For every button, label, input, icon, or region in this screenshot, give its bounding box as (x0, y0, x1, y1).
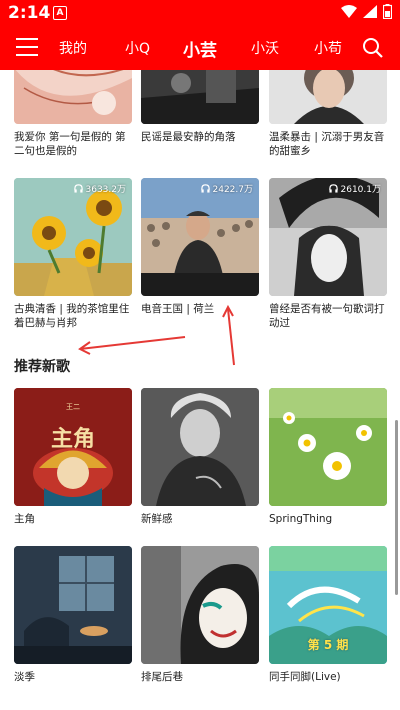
song-card[interactable]: 主角 王二 主角 (14, 388, 132, 526)
song-cover (269, 388, 387, 506)
song-card[interactable]: SpringThing (269, 388, 387, 526)
song-caption: 同手同脚(Live) (269, 671, 341, 683)
playlist-caption: 我爱你 第一句是假的 第二句也是假的 (14, 131, 126, 157)
song-cover: 第 5 期 (269, 546, 387, 664)
playlist-cover (269, 70, 387, 124)
signal-icon (363, 5, 377, 18)
playlist-card[interactable]: 民谣是最安静的角落 (141, 70, 259, 144)
playlist-card[interactable]: 温柔暴击 | 沉溺于男友音的甜蜜乡 (269, 70, 387, 158)
song-caption: 淡季 (14, 671, 35, 683)
battery-icon (383, 4, 392, 19)
play-count: 2422.7万 (200, 182, 254, 195)
top-nav-bar: 我的 小Q 小芸 小沃 小苟 (0, 26, 400, 70)
song-caption: 主角 (14, 513, 35, 525)
playlist-caption: 古典清香 | 我的茶馆里住着巴赫与肖邦 (14, 303, 130, 329)
playlist-card[interactable]: 3633.2万 古典清香 | 我的茶馆里住着巴赫与肖邦 (14, 178, 132, 330)
playlist-cover: 3633.2万 (14, 178, 132, 296)
play-count: 3633.2万 (73, 182, 127, 195)
playlist-cover (141, 70, 259, 124)
tab-xiaoyun[interactable]: 小芸 (183, 36, 217, 61)
playlist-caption: 电音王国 | 荷兰 (141, 303, 215, 315)
playlist-cover (14, 70, 132, 124)
playlist-cover: 2610.1万 (269, 178, 387, 296)
playlist-caption: 民谣是最安静的角落 (141, 131, 236, 143)
cover-title: 主角 (50, 426, 95, 452)
play-count-value: 2610.1万 (340, 185, 382, 195)
song-cover: 主角 王二 (14, 388, 132, 506)
song-caption: SpringThing (269, 513, 333, 525)
cover-badge: 第 5 期 (307, 638, 349, 652)
status-bar: 2:14 A (0, 0, 400, 26)
headphone-icon (73, 184, 83, 193)
tab-xiaogou[interactable]: 小苟 (314, 38, 342, 58)
notification-icon: A (53, 6, 67, 20)
song-card[interactable]: 淡季 (14, 546, 132, 684)
playlist-card[interactable]: 我爱你 第一句是假的 第二句也是假的 (14, 70, 132, 158)
cover-artist: 王二 (66, 403, 80, 411)
song-caption: 排尾后巷 (141, 671, 183, 683)
status-time: 2:14 (8, 3, 51, 23)
play-count-value: 2422.7万 (212, 185, 254, 195)
song-card[interactable]: 新鲜感 (141, 388, 259, 526)
headphone-icon (200, 184, 210, 193)
song-cover (141, 388, 259, 506)
play-count: 2610.1万 (328, 182, 382, 195)
tab-xiaoq[interactable]: 小Q (125, 38, 150, 58)
content-area: 我爱你 第一句是假的 第二句也是假的 民谣是最安静的角落 温柔暴击 | 沉溺于男… (0, 70, 400, 710)
song-cover (14, 546, 132, 664)
menu-icon[interactable] (16, 38, 38, 56)
wifi-icon (341, 5, 357, 18)
playlist-card[interactable]: 2610.1万 曾经是否有被一句歌词打动过 (269, 178, 387, 330)
search-icon[interactable] (362, 37, 384, 59)
headphone-icon (328, 184, 338, 193)
song-card[interactable]: 第 5 期 同手同脚(Live) (269, 546, 387, 684)
play-count-value: 3633.2万 (85, 185, 127, 195)
playlist-caption: 曾经是否有被一句歌词打动过 (269, 303, 385, 329)
playlist-cover: 2422.7万 (141, 178, 259, 296)
scrollbar[interactable] (395, 420, 398, 595)
song-card[interactable]: 排尾后巷 (141, 546, 259, 684)
song-caption: 新鲜感 (141, 513, 173, 525)
playlist-caption: 温柔暴击 | 沉溺于男友音的甜蜜乡 (269, 131, 385, 157)
section-title: 推荐新歌 (14, 359, 70, 375)
playlist-card[interactable]: 2422.7万 电音王国 | 荷兰 (141, 178, 259, 316)
tab-xiaowo[interactable]: 小沃 (251, 38, 279, 58)
song-cover (141, 546, 259, 664)
tab-mine[interactable]: 我的 (59, 38, 87, 58)
